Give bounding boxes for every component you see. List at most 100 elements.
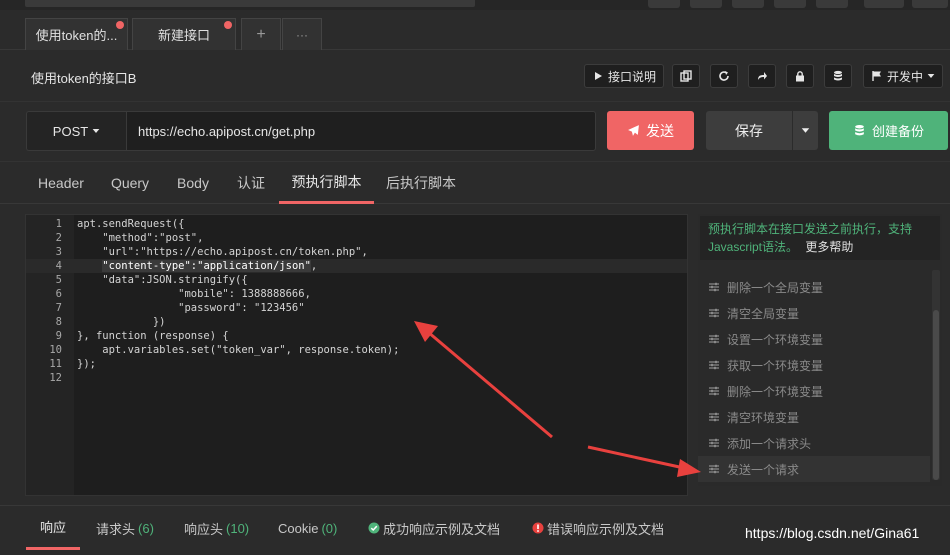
tab-pre-script[interactable]: 预执行脚本: [279, 162, 374, 204]
tab-label: 请求头: [96, 521, 136, 537]
unsaved-dot: [224, 21, 232, 29]
url-input[interactable]: https://echo.apipost.cn/get.php: [126, 111, 596, 151]
code-line[interactable]: 7 "password": "123456": [26, 301, 687, 315]
code-line[interactable]: 4 "content-type":"application/json",: [26, 259, 687, 273]
pre-script-editor[interactable]: 1 apt.sendRequest({2 "method":"post", 3 "u…: [25, 214, 688, 496]
check-circle-icon: [368, 522, 380, 534]
snippet-item[interactable]: 添加一个请求头: [698, 430, 930, 456]
request-title[interactable]: 使用token的接口B: [31, 68, 136, 87]
send-button[interactable]: 发送: [607, 111, 694, 150]
snippet-item[interactable]: 获取一个环境变量: [698, 352, 930, 378]
refresh-button[interactable]: [710, 64, 738, 88]
top-button[interactable]: [912, 0, 948, 8]
database-icon: [855, 124, 864, 136]
error-circle-icon: [532, 522, 544, 534]
watermark: https://blog.csdn.net/Gina61: [745, 525, 920, 541]
code-line[interactable]: 11});: [26, 357, 687, 371]
tab-token-api[interactable]: 使用token的...: [25, 18, 128, 50]
snippet-item[interactable]: 清空全局变量: [698, 300, 930, 326]
more-icon: ···: [296, 27, 308, 42]
scrollbar-thumb[interactable]: [933, 310, 939, 480]
tab-label: 认证: [237, 175, 265, 191]
snippet-item[interactable]: 删除一个环境变量: [698, 378, 930, 404]
tab-response[interactable]: 响应: [26, 506, 80, 550]
top-button[interactable]: [774, 0, 806, 8]
more-help-link[interactable]: 更多帮助: [805, 240, 853, 254]
line-number: 12: [49, 372, 62, 384]
lock-button[interactable]: [786, 64, 814, 88]
line-number: 8: [55, 316, 62, 328]
tab-auth[interactable]: 认证: [226, 162, 276, 204]
code-text: "password": "123456": [77, 302, 305, 314]
tab-request-headers[interactable]: 请求头 (6): [96, 506, 154, 550]
snippet-label: 清空环境变量: [727, 410, 800, 425]
api-doc-button[interactable]: 接口说明: [584, 64, 664, 88]
code-line[interactable]: 1 apt.sendRequest({: [26, 217, 687, 231]
snippet-item[interactable]: 清空环境变量: [698, 404, 930, 430]
line-number: 11: [49, 358, 62, 370]
tab-success-example[interactable]: 成功响应示例及文档: [368, 506, 500, 550]
snippet-label: 添加一个请求头: [727, 436, 812, 451]
code-text: "url":"https://echo.apipost.cn/token.php…: [77, 246, 368, 258]
line-number: 6: [55, 288, 62, 300]
save-dropdown-button[interactable]: [793, 111, 818, 150]
request-tabs: Header Query Body 认证 预执行脚本 后执行脚本: [0, 161, 950, 204]
send-label: 发送: [646, 122, 674, 139]
top-button[interactable]: [732, 0, 764, 8]
code-line[interactable]: 10 apt.variables.set("token_var", respon…: [26, 343, 687, 357]
tab-label: 预执行脚本: [291, 173, 362, 190]
copy-icon: [680, 70, 692, 82]
tab-label: Header: [38, 175, 84, 191]
code-line[interactable]: 3 "url":"https://echo.apipost.cn/token.p…: [26, 245, 687, 259]
tab-post-script[interactable]: 后执行脚本: [380, 162, 462, 204]
line-number: 7: [55, 302, 62, 314]
tab-more-button[interactable]: ···: [282, 18, 322, 50]
code-line[interactable]: 12: [26, 371, 687, 385]
tab-label: Cookie: [278, 520, 319, 536]
code-line[interactable]: 8 }): [26, 315, 687, 329]
database-button[interactable]: [824, 64, 852, 88]
paper-plane-icon: [628, 125, 639, 136]
code-text: });: [77, 358, 96, 370]
code-line[interactable]: 6 "mobile": 1388888666,: [26, 287, 687, 301]
line-number: 5: [55, 274, 62, 286]
save-button[interactable]: 保存: [706, 111, 792, 150]
snippet-item[interactable]: 设置一个环境变量: [698, 326, 930, 352]
line-number: 4: [55, 260, 62, 272]
tab-cookie[interactable]: Cookie (0): [278, 506, 337, 550]
api-doc-label: 接口说明: [607, 69, 656, 84]
count-badge: (6): [138, 520, 154, 536]
snippet-scrollbar[interactable]: [932, 270, 940, 480]
tab-error-example[interactable]: 错误响应示例及文档: [532, 506, 664, 550]
copy-button[interactable]: [672, 64, 700, 88]
code-line[interactable]: 9}, function (response) {: [26, 329, 687, 343]
tab-body[interactable]: Body: [165, 162, 221, 204]
code-line[interactable]: 2 "method":"post",: [26, 231, 687, 245]
sliders-icon: [709, 334, 719, 344]
tab-query[interactable]: Query: [100, 162, 160, 204]
url-row: POST https://echo.apipost.cn/get.php 发送 …: [0, 103, 950, 161]
create-backup-button[interactable]: 创建备份: [829, 111, 948, 150]
sliders-icon: [709, 412, 719, 422]
snippet-item[interactable]: 删除一个全局变量: [698, 274, 930, 300]
add-tab-button[interactable]: +: [241, 18, 281, 50]
tab-response-headers[interactable]: 响应头 (10): [184, 506, 249, 550]
top-button[interactable]: [864, 0, 904, 8]
refresh-icon: [719, 71, 729, 81]
snippet-item[interactable]: 发送一个请求: [698, 456, 930, 482]
tab-header[interactable]: Header: [26, 162, 96, 204]
code-suffix: ,: [310, 260, 318, 272]
code-text: apt.variables.set("token_var", response.…: [77, 344, 400, 356]
top-button[interactable]: [690, 0, 722, 8]
top-button[interactable]: [648, 0, 680, 8]
share-button[interactable]: [748, 64, 776, 88]
code-line[interactable]: 5 "data":JSON.stringify({: [26, 273, 687, 287]
tab-new-api[interactable]: 新建接口: [132, 18, 236, 50]
method-select[interactable]: POST: [26, 111, 126, 151]
sliders-icon: [709, 282, 719, 292]
sliders-icon: [709, 464, 719, 474]
sliders-icon: [709, 386, 719, 396]
code-text: }): [77, 316, 166, 328]
environment-select[interactable]: 开发中: [863, 64, 943, 88]
top-button[interactable]: [816, 0, 848, 8]
